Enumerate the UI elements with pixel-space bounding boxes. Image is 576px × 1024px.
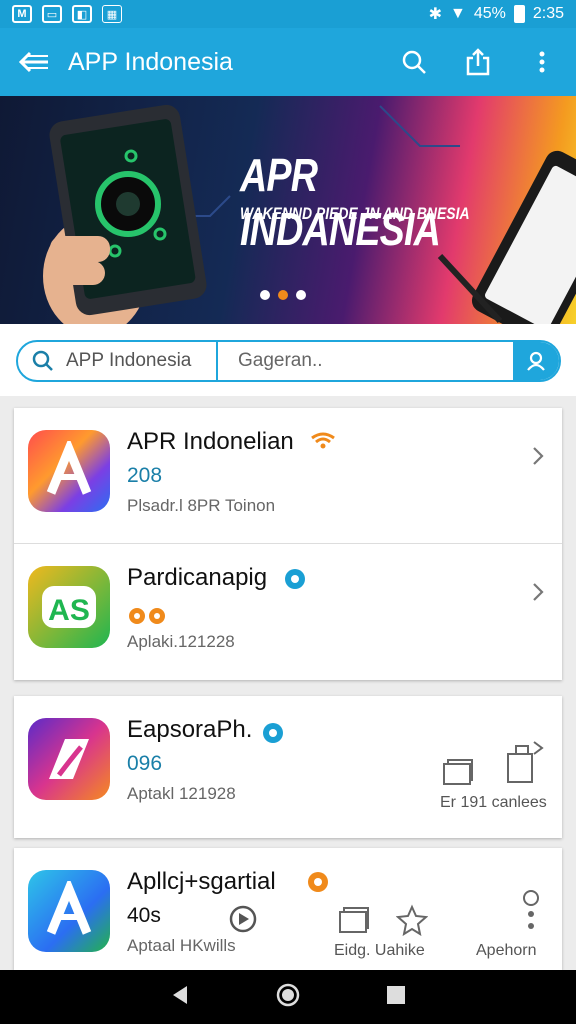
settings-more-icon[interactable] (518, 888, 544, 941)
app-count: 40s (127, 904, 161, 927)
app-bar-title: APP Indonesia (68, 47, 233, 76)
app-subtitle: Aptakl 121928 (127, 784, 236, 803)
message-icon: ▭ (42, 5, 62, 23)
battery-icon (513, 5, 525, 23)
app-icon-a (28, 430, 110, 512)
app-count: 208 (127, 464, 163, 487)
rating-flowers-icon (127, 606, 169, 631)
list-item[interactable]: APR Indonelian 208 Plsadr.l 8PR Toinon (14, 408, 562, 544)
app-icon-as: AS (28, 566, 110, 648)
list-item[interactable]: Apllcj+sgartial 40s Aptaal HKwills Eidg.… (14, 848, 562, 970)
search-bar[interactable]: APP Indonesia Gageran.. (16, 340, 561, 382)
star-icon[interactable] (395, 904, 429, 941)
search-input[interactable]: Gageran.. (218, 350, 513, 372)
carousel-indicator (260, 290, 306, 300)
app-subtitle: Aptaal HKwills (127, 936, 236, 955)
action-label[interactable]: Eidg. Uahike (334, 942, 425, 960)
chevron-right-icon[interactable] (532, 446, 544, 471)
clock-time: 2:35 (532, 5, 564, 22)
search-icon (32, 350, 53, 371)
verified-badge-icon (262, 722, 284, 749)
user-search-icon (527, 351, 545, 371)
carousel-dot-active[interactable] (278, 290, 288, 300)
app-name: EapsoraPh. (127, 716, 253, 743)
folder-icon[interactable] (442, 758, 474, 791)
folder-icon[interactable] (338, 906, 370, 939)
bluetooth-icon: ✱ (428, 6, 442, 23)
share-export-icon[interactable] (504, 736, 546, 791)
chevron-right-icon[interactable] (532, 582, 544, 607)
app-icon-a-blue (28, 870, 110, 952)
app-subtitle: Plsadr.l 8PR Toinon (127, 496, 276, 515)
share-icon[interactable] (460, 44, 496, 80)
recents-square-icon[interactable] (385, 984, 407, 1011)
banner-title: APR INDANESIA (240, 149, 441, 255)
notification-m-icon: M (12, 5, 32, 23)
carousel-dot[interactable] (260, 290, 270, 300)
system-navigation-bar (0, 970, 576, 1024)
search-icon[interactable] (396, 44, 432, 80)
back-triangle-icon[interactable] (169, 984, 191, 1011)
back-arrow-icon[interactable] (16, 44, 52, 80)
app-count: 096 (127, 752, 163, 775)
promo-banner[interactable]: APR INDANESIA WAKENND PIEDE JN AND BNESI… (0, 96, 576, 324)
app-card: Apllcj+sgartial 40s Aptaal HKwills Eidg.… (14, 848, 562, 970)
gear-badge-icon (306, 870, 330, 899)
more-options-icon[interactable] (524, 44, 560, 80)
app-card: EapsoraPh. 096 Aptakl 121928 Er 191 canl… (14, 696, 562, 838)
search-scope[interactable]: APP Indonesia (18, 342, 218, 380)
search-scope-label: APP Indonesia (66, 350, 192, 371)
app-name: APR Indonelian (127, 428, 294, 455)
banner-subtitle: WAKENND PIEDE JN AND BNESIA (240, 204, 470, 223)
search-section: APP Indonesia Gageran.. (0, 324, 576, 396)
search-submit-button[interactable] (513, 342, 559, 380)
image-icon: ◧ (72, 5, 92, 23)
wifi-icon: ▼ (449, 5, 466, 22)
home-circle-icon[interactable] (275, 982, 301, 1013)
app-bar: APP Indonesia (0, 28, 576, 96)
app-name: Apllcj+sgartial (127, 868, 276, 895)
list-item[interactable]: EapsoraPh. 096 Aptakl 121928 Er 191 canl… (14, 696, 562, 838)
battery-percent: 45% (473, 5, 506, 22)
app-icon-feather (28, 718, 110, 800)
carousel-dot[interactable] (296, 290, 306, 300)
action-label[interactable]: Apehorn (476, 942, 537, 960)
verified-badge-icon (284, 568, 306, 595)
app-list-card: APR Indonelian 208 Plsadr.l 8PR Toinon A… (14, 408, 562, 680)
action-label[interactable]: Er 191 canlees (440, 794, 547, 812)
grid-icon: ▦ (102, 5, 122, 23)
list-item[interactable]: AS Pardicanapig Aplaki.121228 (14, 544, 562, 680)
app-name: Pardicanapig (127, 564, 268, 591)
wifi-badge-icon (310, 430, 336, 455)
app-subtitle: Aplaki.121228 (127, 632, 235, 651)
svg-text:AS: AS (48, 594, 90, 627)
status-bar: M ▭ ◧ ▦ ✱ ▼ 45% 2:35 (0, 0, 576, 28)
play-icon[interactable] (228, 904, 258, 939)
